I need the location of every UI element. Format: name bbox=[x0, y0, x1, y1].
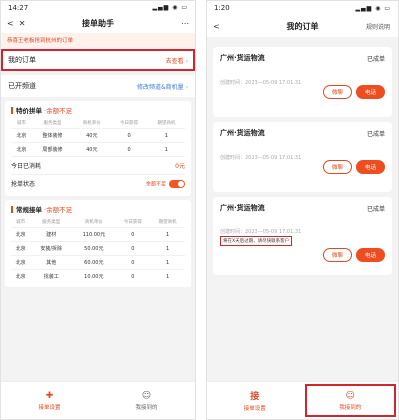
smile-icon: ☺ bbox=[141, 390, 152, 401]
order-card[interactable]: 广州·货运物流 已成单 创建时间：2023—05-09 17:01:31 微聊 … bbox=[213, 122, 392, 192]
call-button[interactable]: 电话 bbox=[355, 85, 385, 99]
more-icon[interactable]: ⋯ bbox=[181, 19, 189, 28]
my-orders-link[interactable]: 去查看 › bbox=[166, 56, 188, 65]
bottom-tab-bar: 接 接单设置 ☺ 我接到的 bbox=[207, 381, 398, 419]
rules-link[interactable]: 规则说明 bbox=[366, 22, 390, 31]
call-button[interactable]: 电话 bbox=[355, 160, 385, 174]
channels-row[interactable]: 已开频道 修改频道&商机量 › bbox=[1, 75, 195, 97]
regular-section: 常规接单 ·余额不足 城市 服务类型 商机单价 今日获得 期望商机 北京 建材 110.00元… bbox=[5, 200, 191, 287]
order-card[interactable]: 广州·货运物流 已成单 创建时间：2023—05-09 17:01:31 将在X… bbox=[213, 197, 392, 275]
special-section: 特价拼单 ·余额不足 城市 服务类型 商机单价 今日获得 期望商机 北京 整体装修 40元 0 1… bbox=[5, 101, 191, 196]
table-row: 北京 局部装修 40元 0 1 bbox=[11, 142, 185, 156]
order-status: 已成单 bbox=[366, 56, 385, 63]
smile-icon: ☺ bbox=[345, 390, 355, 401]
status-bar: 14:27 ▂▄▆ ◉ ▭ bbox=[1, 1, 195, 14]
tab-my-received[interactable]: ☺ 我接到的 bbox=[303, 382, 399, 419]
status-time: 1:20 bbox=[214, 4, 230, 12]
consumed-row: 今日已消耗 0元 bbox=[11, 156, 185, 174]
chat-button[interactable]: 微聊 bbox=[322, 85, 352, 99]
notice-banner: 恭喜王老板抢到杭州的订单 bbox=[1, 33, 195, 47]
order-card[interactable]: 广州·货运物流 已成单 创建时间：2023—05-09 17:01:31 微聊 … bbox=[213, 47, 392, 117]
call-button[interactable]: 电话 bbox=[355, 248, 385, 262]
bottom-tab-bar: ✚ 接单设置 ☺ 我接到的 bbox=[1, 381, 195, 419]
order-status: 已成单 bbox=[366, 206, 385, 213]
edit-channels-link[interactable]: 修改频道&商机量 › bbox=[137, 82, 188, 91]
nav-bar: < 我的订单 规则说明 bbox=[207, 15, 398, 37]
expire-warning: 将在X天后过期，请尽快联系客户 bbox=[220, 236, 293, 246]
status-icons: ▂▄▆ ◉ ▭ bbox=[152, 4, 188, 11]
table-row: 北京 建材 110.00元 0 1 bbox=[11, 227, 185, 242]
nav-bar: < ✕ 接单助手 ⋯ bbox=[1, 14, 195, 33]
tab-order-settings[interactable]: ✚ 接单设置 bbox=[1, 382, 98, 419]
regular-table: 城市 服务类型 商机单价 今日获得 期望商机 北京 建材 110.00元 0 1 北京 安装/拆除… bbox=[11, 217, 185, 283]
receive-icon: 接 bbox=[250, 392, 260, 402]
regular-section-title: 常规接单 ·余额不足 bbox=[11, 204, 185, 214]
grab-status-toggle[interactable] bbox=[169, 179, 185, 188]
order-title: 广州·货运物流 bbox=[220, 204, 265, 212]
table-row: 北京 安装/拆除 50.00元 0 1 bbox=[11, 241, 185, 256]
status-bar: 1:20 ▂▄▆ ◉ ▭ bbox=[207, 1, 398, 15]
chat-button[interactable]: 微聊 bbox=[322, 160, 352, 174]
page-title: 接单助手 bbox=[82, 19, 114, 28]
special-table: 城市 服务类型 商机单价 今日获得 期望商机 北京 整体装修 40元 0 1 北京 局部装修 40元… bbox=[11, 118, 185, 156]
table-row: 北京 整体装修 40元 0 1 bbox=[11, 128, 185, 143]
chevron-right-icon: › bbox=[185, 57, 188, 65]
special-section-title: 特价拼单 ·余额不足 bbox=[11, 105, 185, 115]
order-title: 广州·货运物流 bbox=[220, 54, 265, 62]
order-time: 创建时间：2023—05-09 17:01:31 bbox=[220, 229, 302, 235]
table-row: 北京 其他 60.00元 0 1 bbox=[11, 255, 185, 270]
grab-status-row: 抢单状态 余额不足 bbox=[11, 174, 185, 192]
table-row: 北京 找装工 10.00元 0 1 bbox=[11, 269, 185, 283]
back-icon[interactable]: < ✕ bbox=[7, 19, 26, 28]
my-orders-label: 我的订单 bbox=[8, 56, 36, 64]
tab-my-received[interactable]: ☺ 我接到的 bbox=[98, 382, 195, 419]
my-orders-row[interactable]: 我的订单 去查看 › bbox=[1, 49, 195, 71]
chevron-right-icon: › bbox=[185, 83, 188, 91]
order-status: 已成单 bbox=[366, 131, 385, 138]
left-phone-screen: 14:27 ▂▄▆ ◉ ▭ < ✕ 接单助手 ⋯ 恭喜王老板抢到杭州的订单 我的… bbox=[0, 0, 196, 420]
tab-order-settings[interactable]: 接 接单设置 bbox=[207, 382, 303, 419]
back-icon[interactable]: < bbox=[213, 22, 220, 31]
plus-icon: ✚ bbox=[45, 390, 54, 401]
status-time: 14:27 bbox=[8, 3, 29, 12]
status-icons: ▂▄▆ ◉ ▭ bbox=[355, 4, 391, 12]
chat-button[interactable]: 微聊 bbox=[322, 248, 352, 262]
order-title: 广州·货运物流 bbox=[220, 129, 265, 137]
channels-label: 已开频道 bbox=[8, 82, 36, 90]
right-phone-screen: 1:20 ▂▄▆ ◉ ▭ < 我的订单 规则说明 广州·货运物流 已成单 创建时… bbox=[206, 0, 399, 420]
